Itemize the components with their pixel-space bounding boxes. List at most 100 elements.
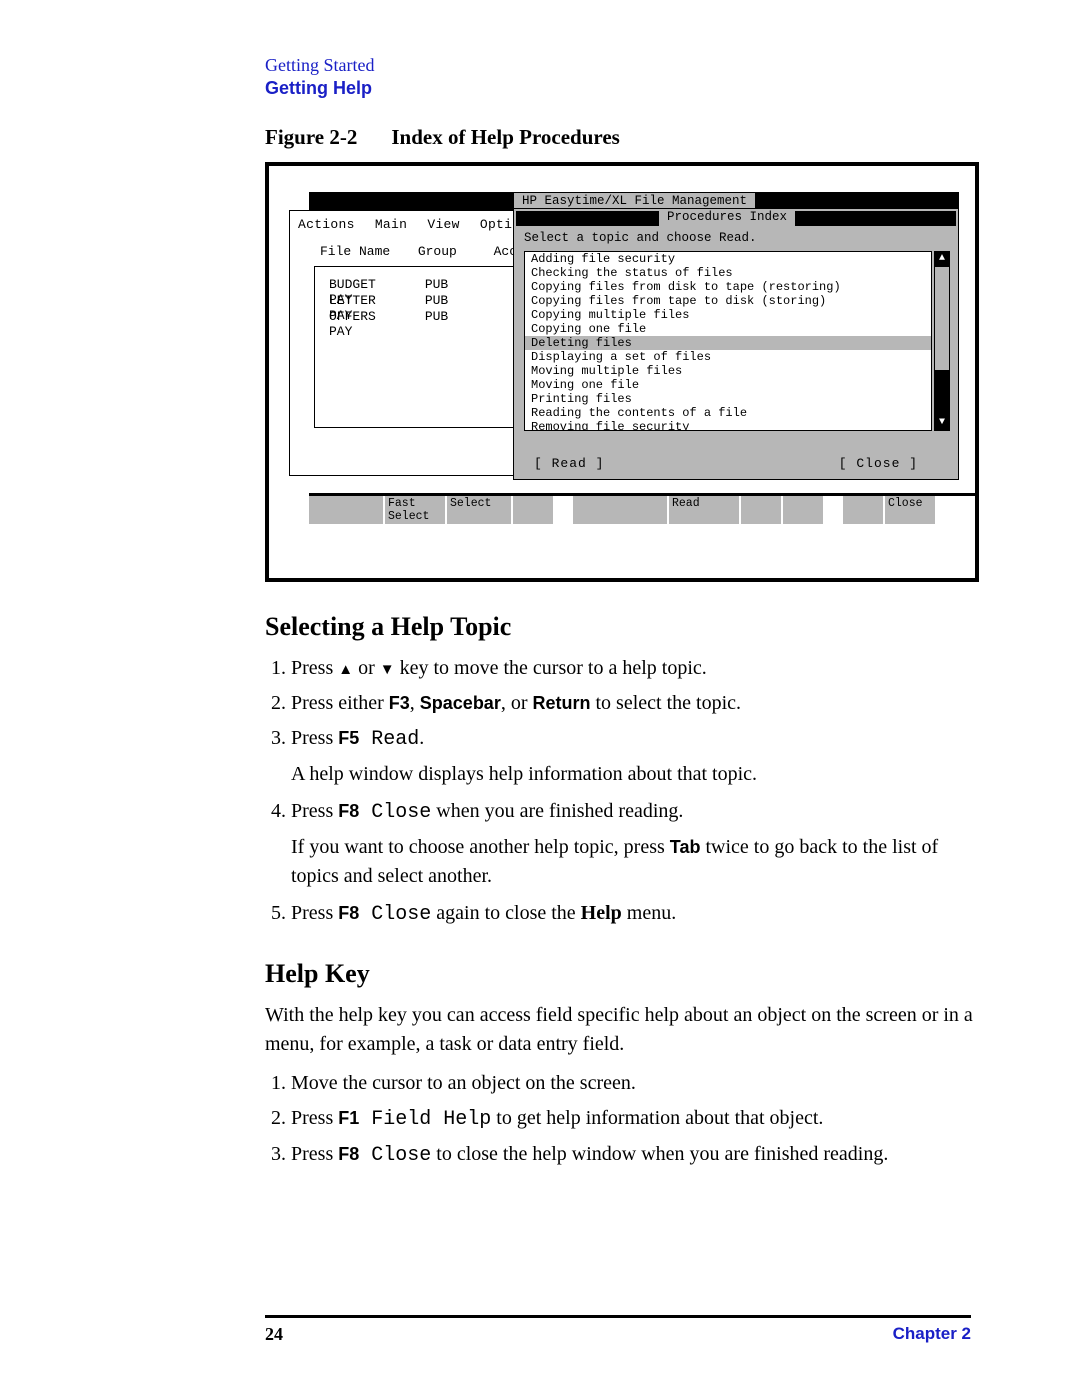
step-item: Press either F3, Spacebar, or Return to … [291, 689, 990, 718]
text: . [419, 727, 424, 749]
list-item[interactable]: Moving multiple files [525, 364, 931, 378]
fkey-fast-select[interactable]: Fast Select [385, 496, 445, 524]
key-tab: Tab [670, 837, 701, 857]
column-headers: File Name Group Acc [320, 244, 517, 259]
fkey-select[interactable]: Select [447, 496, 511, 524]
step-item: Press ▲ or ▼ key to move the cursor to a… [291, 654, 990, 683]
key-spacebar: Spacebar [420, 693, 501, 713]
list-item[interactable]: Checking the status of files [525, 266, 931, 280]
running-header-chapter: Getting Started [265, 55, 990, 76]
list-item-selected[interactable]: Deleting files [525, 336, 931, 350]
read-button[interactable]: [ Read ] [534, 456, 604, 471]
command-read: Read [359, 728, 419, 751]
text: again to close the [431, 902, 580, 924]
list-item[interactable]: Printing files [525, 392, 931, 406]
list-item[interactable]: Removing file security [525, 420, 931, 431]
text: Press [291, 657, 338, 679]
file-row[interactable]: OFFERS PUB PAY [329, 309, 513, 339]
key-f8: F8 [338, 1144, 359, 1164]
topics-listbox[interactable]: Adding file security Checking the status… [524, 251, 932, 431]
col-filename: File Name [320, 244, 410, 259]
list-item[interactable]: Copying one file [525, 322, 931, 336]
text: or [353, 657, 380, 679]
fkey-blank[interactable] [783, 496, 823, 524]
text: menu. [622, 902, 676, 924]
key-f3: F3 [389, 693, 410, 713]
fkey-blank[interactable] [513, 496, 553, 524]
fkey-blank[interactable] [843, 496, 883, 524]
key-return: Return [533, 693, 591, 713]
file-group: PUB [425, 293, 485, 308]
command-close: Close [359, 801, 431, 824]
key-f1: F1 [338, 1108, 359, 1128]
dialog-title: Procedures Index [659, 210, 795, 226]
command-close: Close [359, 903, 431, 926]
scroll-thumb[interactable] [934, 370, 950, 416]
text: , [410, 692, 420, 714]
file-group: PUB [425, 309, 485, 324]
fkey-blank[interactable] [573, 496, 667, 524]
menu-view[interactable]: View [427, 217, 459, 232]
section-intro: With the help key you can access field s… [265, 1001, 990, 1059]
fkey-read[interactable]: Read [669, 496, 739, 524]
chapter-label: Chapter 2 [893, 1324, 971, 1344]
section-heading-helpkey: Help Key [265, 959, 990, 989]
page-footer: 24 Chapter 2 [265, 1315, 971, 1345]
col-group: Group [418, 244, 486, 259]
step-item: Press F1 Field Help to get help informat… [291, 1104, 990, 1134]
fkey-blank[interactable] [741, 496, 781, 524]
procedures-index-dialog: Procedures Index Select a topic and choo… [513, 208, 959, 480]
fkey-label: Select [388, 510, 429, 523]
text: Press [291, 727, 338, 749]
fkey-label: Select [450, 497, 491, 510]
text: Press [291, 1107, 338, 1129]
list-item[interactable]: Moving one file [525, 378, 931, 392]
menu-name-help: Help [581, 902, 622, 924]
text: , or [501, 692, 533, 714]
text: Press [291, 1143, 338, 1165]
scroll-down-icon[interactable]: ▼ [934, 415, 950, 431]
scrollbar[interactable]: ▲ ▼ [934, 251, 950, 431]
steps-list-helpkey: Move the cursor to an object on the scre… [265, 1069, 990, 1170]
list-item[interactable]: Reading the contents of a file [525, 406, 931, 420]
dialog-instruction: Select a topic and choose Read. [524, 231, 757, 245]
scroll-up-icon[interactable]: ▲ [934, 251, 950, 267]
list-item[interactable]: Copying files from tape to disk (storing… [525, 294, 931, 308]
figure-title: Index of Help Procedures [391, 125, 619, 149]
text: Press [291, 800, 338, 822]
list-item[interactable]: Adding file security [525, 252, 931, 266]
figure-caption: Figure 2-2 Index of Help Procedures [265, 125, 990, 150]
step-item: Press F8 Close when you are finished rea… [291, 797, 990, 891]
file-group: PUB [425, 277, 485, 292]
figure-label: Figure 2-2 [265, 125, 357, 149]
text: to get help information about that objec… [491, 1107, 823, 1129]
steps-list-selecting: Press ▲ or ▼ key to move the cursor to a… [265, 654, 990, 929]
close-button[interactable]: [ Close ] [839, 456, 918, 471]
list-item[interactable]: Copying multiple files [525, 308, 931, 322]
key-f8: F8 [338, 801, 359, 821]
file-list-box: BUDGET PUB PAY LETTER PUB PAY OFFERS PUB… [314, 266, 514, 428]
up-triangle-icon: ▲ [338, 662, 353, 678]
step-item: Press F8 Close again to close the Help m… [291, 899, 990, 929]
menu-main[interactable]: Main [375, 217, 407, 232]
figure-frame: HP Easytime/XL File Management Actions M… [265, 162, 979, 582]
down-triangle-icon: ▼ [380, 662, 395, 678]
fkey-label: Fast [388, 497, 416, 510]
command-field-help: Field Help [359, 1108, 491, 1131]
section-heading-selecting: Selecting a Help Topic [265, 612, 990, 642]
step-item: Press F5 Read. A help window displays he… [291, 724, 990, 789]
fkey-close[interactable]: Close [885, 496, 935, 524]
function-key-bar: Fast Select Select Read Close [309, 493, 978, 529]
key-f5: F5 [338, 728, 359, 748]
running-header-section: Getting Help [265, 78, 990, 99]
step-item: Move the cursor to an object on the scre… [291, 1069, 990, 1098]
step-continuation: If you want to choose another help topic… [291, 833, 990, 891]
list-item[interactable]: Displaying a set of files [525, 350, 931, 364]
menubar: Actions Main View Options [298, 217, 549, 232]
page-number: 24 [265, 1324, 283, 1344]
menu-actions[interactable]: Actions [298, 217, 355, 232]
fkey-label: Close [888, 497, 923, 510]
command-close: Close [359, 1144, 431, 1167]
fkey-blank[interactable] [309, 496, 383, 524]
list-item[interactable]: Copying files from disk to tape (restori… [525, 280, 931, 294]
